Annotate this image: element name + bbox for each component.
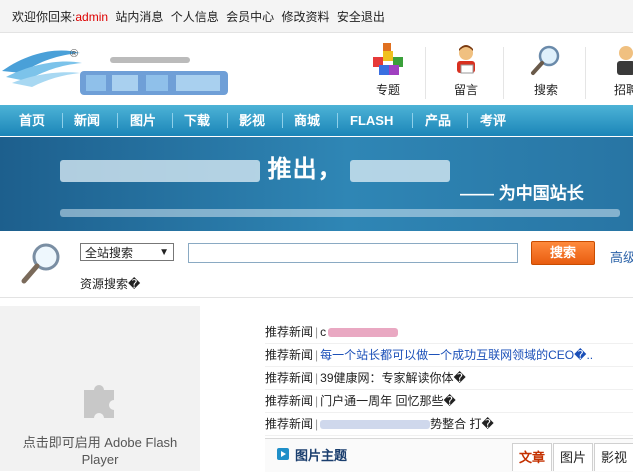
quick-link-label: 留言 — [453, 83, 478, 97]
banner-slogan: —— 为中国站长 — [460, 184, 584, 203]
search-scope-select[interactable]: 全站搜索 ▼ — [80, 243, 174, 261]
news-label: 推荐新闻 — [265, 394, 314, 408]
quick-link-jobs[interactable]: 招聘 — [596, 43, 633, 98]
chevron-down-icon: ▼ — [159, 247, 169, 258]
tab-articles[interactable]: 文章 — [512, 443, 552, 471]
banner-headline: 推出， — [60, 149, 451, 184]
nav-item-pictures[interactable]: 图片 — [130, 105, 156, 136]
news-title[interactable]: 每一个站长都可以做一个成功互联网领域的CEO�.. — [320, 348, 593, 362]
list-item[interactable]: 推荐新闻 | 势整合 打� — [265, 413, 633, 436]
tab-videos[interactable]: 影视 — [594, 443, 633, 471]
magnifier-icon — [529, 43, 563, 77]
top-bar: 欢迎你回来:admin 站内消息 个人信息 会员中心 修改资料 安全退出 — [0, 0, 633, 33]
news-title[interactable]: 门户通一周年 回忆那些� — [320, 394, 456, 408]
personal-info-link[interactable]: 个人信息 — [171, 10, 219, 24]
nav-item-video[interactable]: 影视 — [239, 105, 265, 136]
news-title[interactable]: 势整合 打� — [430, 417, 494, 431]
person-icon — [609, 43, 633, 77]
play-icon — [277, 448, 289, 463]
username-link[interactable]: admin — [75, 10, 108, 24]
tab-pictures[interactable]: 图片 — [553, 443, 593, 471]
picture-topics-panel: 图片主题 文章 图片 影视 — [265, 438, 633, 472]
main-nav: 首页 新闻 图片 下载 影视 商城 FLASH 产品 考评 — [0, 105, 633, 136]
flash-enable-text: 点击即可启用 Adobe Flash Player — [22, 435, 178, 467]
quick-link-topics[interactable]: 专题 — [358, 43, 418, 98]
quick-link-label: 专题 — [375, 83, 400, 97]
site-logo[interactable]: ® — [0, 41, 240, 101]
svg-text:®: ® — [70, 48, 78, 60]
nav-divider — [62, 113, 63, 128]
nav-item-downloads[interactable]: 下载 — [184, 105, 210, 136]
search-bar: 全站搜索 ▼ 搜索 高级 资源搜索� — [0, 233, 633, 298]
logout-link[interactable]: 安全退出 — [337, 10, 385, 24]
nav-divider — [172, 113, 173, 128]
nav-divider — [337, 113, 338, 128]
divider — [585, 47, 586, 99]
site-messages-link[interactable]: 站内消息 — [115, 10, 163, 24]
nav-item-shop[interactable]: 商城 — [294, 105, 320, 136]
edit-profile-link[interactable]: 修改资料 — [281, 10, 329, 24]
divider — [425, 47, 426, 99]
list-item[interactable]: 推荐新闻 | 门户通一周年 回忆那些� — [265, 390, 633, 413]
news-title[interactable]: c — [320, 325, 326, 339]
quick-link-label: 招聘 — [613, 83, 633, 97]
nav-item-home[interactable]: 首页 — [19, 105, 45, 136]
news-label: 推荐新闻 — [265, 348, 314, 362]
nav-item-products[interactable]: 产品 — [425, 105, 451, 136]
quick-link-label: 搜索 — [533, 83, 558, 97]
puzzle-piece-icon — [78, 376, 122, 423]
panel-title: 图片主题 — [295, 448, 348, 463]
list-item[interactable]: 推荐新闻 | 39健康网：专家解读你体� — [265, 367, 633, 390]
flash-placeholder[interactable]: 点击即可启用 Adobe Flash Player — [0, 306, 200, 471]
nav-divider — [227, 113, 228, 128]
cubes-icon — [371, 43, 405, 77]
nav-item-news[interactable]: 新闻 — [74, 105, 100, 136]
news-label: 推荐新闻 — [265, 371, 314, 385]
nav-divider — [412, 113, 413, 128]
quick-link-search[interactable]: 搜索 — [516, 43, 576, 98]
member-center-link[interactable]: 会员中心 — [226, 10, 274, 24]
blurred-text — [60, 159, 260, 182]
list-item[interactable]: 推荐新闻 | c — [265, 321, 633, 344]
blurred-text — [328, 328, 399, 338]
nav-item-flash[interactable]: FLASH — [350, 105, 393, 136]
blurred-text — [320, 420, 431, 430]
logo-wing-graphic: ® — [2, 48, 228, 95]
recommended-news-list: 推荐新闻 | c 推荐新闻 | 每一个站长都可以做一个成功互联网领域的CEO�.. 推荐… — [265, 321, 633, 436]
resource-search-link[interactable]: 资源搜索� — [80, 275, 140, 292]
nav-divider — [467, 113, 468, 128]
hero-banner[interactable]: 推出， —— 为中国站长 — [0, 137, 633, 231]
blurred-text — [60, 209, 620, 217]
site-header: ® 专题 留言 搜索 招聘 — [0, 33, 633, 105]
welcome-text: 欢迎你回来: — [12, 10, 76, 24]
nav-divider — [282, 113, 283, 128]
quick-link-message[interactable]: 留言 — [436, 43, 496, 98]
person-chat-icon — [449, 43, 483, 77]
news-label: 推荐新闻 — [265, 325, 314, 339]
news-title[interactable]: 39健康网：专家解读你体� — [320, 371, 466, 385]
news-label: 推荐新闻 — [265, 417, 314, 431]
list-item[interactable]: 推荐新闻 | 每一个站长都可以做一个成功互联网领域的CEO�.. — [265, 344, 633, 367]
user-links-row: 欢迎你回来:admin 站内消息 个人信息 会员中心 修改资料 安全退出 — [12, 8, 389, 25]
blurred-text — [350, 159, 451, 182]
divider — [503, 47, 504, 99]
nav-divider — [117, 113, 118, 128]
search-input[interactable] — [188, 243, 518, 263]
advanced-search-link[interactable]: 高级 — [610, 247, 633, 266]
search-magnifier-icon — [16, 239, 64, 290]
search-button[interactable]: 搜索 — [531, 241, 595, 265]
nav-item-reviews[interactable]: 考评 — [480, 105, 506, 136]
